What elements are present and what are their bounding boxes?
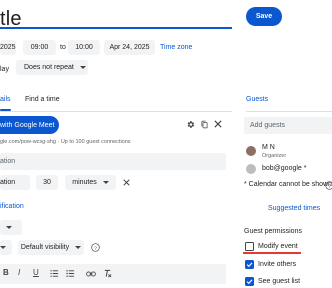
- guests-divider: [246, 111, 332, 112]
- all-day-label: lay: [0, 66, 9, 73]
- add-guests-placeholder: Add guests: [250, 122, 286, 129]
- invite-others-label: Invite others: [258, 261, 297, 268]
- tab-event-details[interactable]: ails: [0, 96, 11, 103]
- location-placeholder: ation: [0, 158, 16, 165]
- gear-icon[interactable]: [185, 119, 195, 129]
- timezone-link[interactable]: Time zone: [160, 44, 192, 51]
- meet-button-label: with Google Meet: [0, 121, 55, 129]
- title-underline: [0, 27, 232, 29]
- guest-permissions-title: Guest permissions: [244, 228, 302, 235]
- help-icon[interactable]: ?: [90, 242, 100, 252]
- end-time-chip[interactable]: 10:00: [68, 40, 100, 55]
- end-date-chip[interactable]: Apr 24, 2025: [104, 40, 155, 55]
- avatar: [246, 164, 256, 174]
- color-select[interactable]: [0, 240, 12, 255]
- repeat-select[interactable]: Does not repeat: [16, 60, 88, 75]
- copy-icon[interactable]: [199, 119, 209, 129]
- checkmark-icon: [246, 279, 253, 285]
- checkmark-icon: [246, 262, 253, 268]
- underline-button[interactable]: U: [33, 268, 39, 277]
- calendar-select[interactable]: [0, 220, 22, 235]
- bulleted-list-icon[interactable]: [66, 269, 75, 278]
- visibility-select[interactable]: Default visibility: [18, 240, 84, 255]
- close-icon[interactable]: [213, 119, 223, 129]
- save-button[interactable]: Save: [246, 7, 282, 26]
- repeat-value: Does not repeat: [24, 64, 74, 71]
- start-time-chip[interactable]: 09:00: [23, 40, 56, 55]
- chevron-down-icon: [6, 226, 12, 229]
- chevron-down-icon: [79, 66, 86, 69]
- location-input[interactable]: ation: [0, 153, 226, 170]
- guest-email: bob@google *: [262, 165, 307, 172]
- notification-unit-select[interactable]: minutes: [65, 175, 116, 190]
- tab-find-a-time[interactable]: Find a time: [25, 96, 60, 103]
- see-guest-list-checkbox[interactable]: [245, 277, 254, 286]
- meet-link-text[interactable]: gle.com/pow-wcsg-shg · Up to 100 guest c…: [0, 139, 131, 145]
- calendar-note: * Calendar cannot be shown: [244, 181, 332, 188]
- numbered-list-icon[interactable]: [50, 269, 59, 278]
- modify-event-label: Modify event: [258, 243, 298, 250]
- guest-name: M N: [262, 144, 275, 151]
- chevron-down-icon: [0, 246, 6, 249]
- chevron-down-icon: [102, 181, 109, 184]
- see-guest-list-label: See guest list: [258, 278, 301, 285]
- visibility-value: Default visibility: [20, 244, 70, 251]
- remove-notification-icon[interactable]: [122, 178, 130, 186]
- add-guests-input[interactable]: Add guests: [244, 117, 332, 134]
- invite-others-checkbox[interactable]: [245, 260, 254, 269]
- remove-formatting-icon[interactable]: [103, 269, 112, 278]
- svg-text:?: ?: [94, 245, 97, 251]
- avatar: [246, 146, 256, 156]
- guest-role: Organizer: [262, 153, 287, 159]
- tabs-divider: [0, 111, 232, 112]
- help-icon[interactable]: ?: [324, 180, 332, 190]
- chevron-down-icon: [75, 246, 82, 249]
- guests-tab-label: Guests: [246, 96, 269, 103]
- start-date-chip[interactable]: 2025: [0, 40, 16, 55]
- modify-event-checkbox[interactable]: [245, 242, 254, 251]
- add-notification-link[interactable]: ification: [0, 203, 24, 210]
- italic-button[interactable]: I: [18, 268, 20, 277]
- notification-type-value: ation: [0, 179, 16, 186]
- to-label: to: [60, 44, 66, 51]
- annotation-underline: [243, 252, 301, 254]
- bold-button[interactable]: B: [3, 268, 9, 277]
- svg-text:?: ?: [328, 183, 331, 189]
- join-google-meet-button[interactable]: with Google Meet: [0, 116, 59, 134]
- suggested-times-link[interactable]: Suggested times: [268, 205, 320, 212]
- notification-unit-value: minutes: [72, 179, 97, 186]
- notification-amount-input[interactable]: 30: [36, 175, 58, 190]
- notification-type-select[interactable]: ation: [0, 175, 30, 190]
- link-icon[interactable]: [86, 269, 96, 278]
